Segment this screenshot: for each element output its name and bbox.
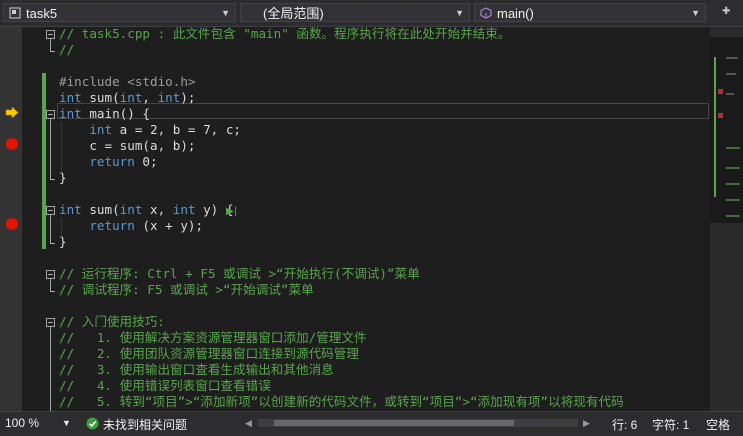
collapse-icon[interactable] (46, 318, 55, 327)
outline-end (50, 291, 55, 292)
zoom-dropdown-icon[interactable]: ▼ (62, 418, 71, 428)
code-editor[interactable]: // task5.cpp : 此文件包含 "main" 函数。程序执行将在此处开… (0, 27, 710, 411)
code-line[interactable]: // 3. 使用输出窗口查看生成输出和其他消息 (59, 362, 334, 378)
scope-label: (全局范围) (263, 6, 324, 21)
change-indicator (42, 73, 46, 249)
code-line[interactable]: int sum(int, int); (59, 90, 196, 106)
code-line[interactable]: // task5.cpp : 此文件包含 "main" 函数。程序执行将在此处开… (59, 27, 510, 42)
code-line[interactable]: // 入门使用技巧: (59, 314, 165, 330)
scope-dropdown[interactable]: (全局范围) ▼ (240, 3, 470, 22)
code-line[interactable]: } (59, 234, 67, 250)
collapse-icon[interactable] (46, 30, 55, 39)
breakpoint-map-marker (718, 113, 723, 118)
code-line[interactable]: return 0; (59, 154, 157, 170)
scroll-left-icon[interactable]: ◀ (245, 418, 252, 429)
collapse-icon[interactable] (46, 206, 55, 215)
vertical-scrollbar-map[interactable] (710, 27, 743, 411)
project-dropdown[interactable]: task5 ▼ (3, 3, 236, 22)
code-line[interactable]: c = sum(a, b); (59, 138, 195, 154)
check-circle-icon (86, 417, 99, 430)
collapse-icon[interactable] (46, 270, 55, 279)
code-line[interactable]: int a = 2, b = 7, c; (59, 122, 241, 138)
code-line[interactable]: // 5. 转到“项目”>“添加新项”以创建新的代码文件，或转到“项目”>“添加… (59, 394, 624, 410)
zoom-level[interactable]: 100 % (5, 416, 39, 430)
outline-end (50, 179, 55, 180)
line-gutter (22, 27, 42, 411)
outline-line (50, 215, 51, 243)
outline-end (50, 243, 55, 244)
char-indicator: 字符: 1 (652, 418, 690, 432)
collapse-icon[interactable] (46, 110, 55, 119)
line-indicator: 行: 6 (612, 418, 638, 432)
whitespace-mode[interactable]: 空格 (706, 416, 730, 433)
outline-line (50, 327, 51, 411)
project-name: task5 (26, 6, 58, 21)
change-map (714, 57, 716, 197)
breakpoint-map-marker (718, 89, 723, 94)
code-line[interactable]: // (59, 42, 74, 58)
execution-arrow-icon (5, 107, 19, 118)
code-map-line (726, 199, 740, 201)
code-map-line (726, 147, 740, 149)
code-map-line (726, 57, 738, 59)
navigation-bar: task5 ▼ (全局范围) ▼ main() ▼ ✚ (0, 0, 743, 27)
code-line[interactable]: // 1. 使用解决方案资源管理器窗口添加/管理文件 (59, 330, 367, 346)
function-label: main() (497, 6, 534, 21)
code-line[interactable]: // 调试程序: F5 或调试 >“开始调试”菜单 (59, 282, 314, 298)
chevron-down-icon: ▼ (691, 8, 700, 18)
chevron-down-icon: ▼ (455, 8, 464, 18)
code-line[interactable]: int main() { (59, 106, 150, 122)
code-map-line (726, 167, 740, 169)
code-line[interactable]: #include <stdio.h> (59, 74, 195, 90)
outline-line (50, 119, 51, 179)
outline-end (50, 51, 55, 52)
status-bar: 100 % ▼ 未找到相关问题 ◀ ▶ 行: 6 字符: 1 空格 (0, 411, 743, 436)
run-to-click-icon[interactable]: ▶| (226, 206, 237, 217)
code-line[interactable]: // 4. 使用错误列表窗口查看错误 (59, 378, 271, 394)
issues-status[interactable]: 未找到相关问题 (103, 416, 187, 433)
chevron-down-icon: ▼ (221, 8, 230, 18)
breakpoint-icon[interactable] (6, 218, 18, 230)
code-map-line (726, 73, 736, 75)
scrollbar-thumb[interactable] (710, 37, 743, 223)
code-map-line (726, 183, 740, 185)
code-line[interactable]: } (59, 170, 67, 186)
scroll-right-icon[interactable]: ▶ (583, 418, 590, 429)
code-line[interactable]: return (x + y); (59, 218, 203, 234)
code-map-line (726, 93, 734, 95)
code-map-line (726, 215, 740, 217)
outline-line (50, 39, 51, 51)
code-line[interactable]: int sum(int x, int y) { (59, 202, 233, 218)
split-editor-icon[interactable]: ✚ (722, 6, 730, 17)
code-line[interactable]: // 2. 使用团队资源管理器窗口连接到源代码管理 (59, 346, 359, 362)
breakpoint-icon[interactable] (6, 138, 18, 150)
horizontal-scrollbar-thumb[interactable] (274, 420, 514, 426)
project-icon (9, 7, 21, 19)
outline-line (50, 279, 51, 291)
horizontal-scrollbar[interactable] (258, 419, 578, 427)
code-line[interactable]: // 运行程序: Ctrl + F5 或调试 >“开始执行(不调试)”菜单 (59, 266, 420, 282)
function-dropdown[interactable]: main() ▼ (474, 3, 706, 22)
method-cube-icon (480, 7, 492, 19)
